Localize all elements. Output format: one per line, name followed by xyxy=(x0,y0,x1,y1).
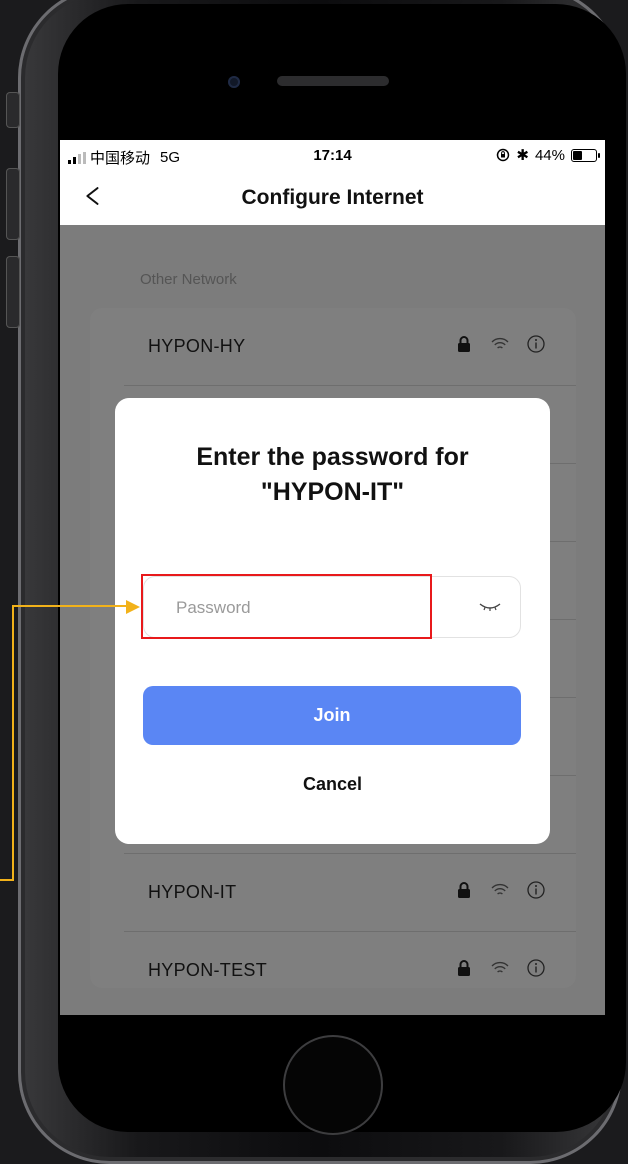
network-name: HYPON-HY xyxy=(148,336,246,356)
nav-bar: Configure Internet xyxy=(60,170,605,225)
network-row[interactable]: HYPON-TEST xyxy=(90,932,576,1010)
network-name: HYPON-IT xyxy=(148,882,237,902)
dialog-title: Enter the password for "HYPON-IT" xyxy=(115,440,550,510)
annotation-arrow-icon xyxy=(126,600,140,614)
annotation-line-bottom xyxy=(0,879,14,881)
front-camera xyxy=(228,76,240,88)
battery-percent: 44% xyxy=(534,146,565,164)
dialog-title-line-2: "HYPON-IT" xyxy=(260,478,405,506)
info-icon[interactable] xyxy=(526,958,546,978)
status-bar: 中国移动 5G 17:14 ✱ 44% xyxy=(60,140,605,170)
network-name: HYPON-TEST xyxy=(148,960,268,980)
status-right: ✱ 44% xyxy=(496,146,600,164)
bluetooth-icon: ✱ xyxy=(516,147,529,164)
lock-icon xyxy=(458,336,470,352)
page-title: Configure Internet xyxy=(241,186,424,209)
network-row[interactable]: HYPON-HY xyxy=(90,308,576,386)
info-icon[interactable] xyxy=(526,880,546,900)
mute-switch xyxy=(6,92,20,128)
volume-up-button xyxy=(6,168,20,240)
section-label: Other Network xyxy=(140,271,237,288)
annotation-line-horizontal xyxy=(12,605,128,607)
wifi-icon xyxy=(491,883,509,895)
wifi-icon xyxy=(491,961,509,973)
lock-icon xyxy=(458,960,470,976)
eye-closed-icon[interactable] xyxy=(478,599,502,613)
battery-icon xyxy=(571,148,600,162)
battery-level xyxy=(573,150,582,160)
lock-icon xyxy=(458,882,470,898)
wifi-icon xyxy=(491,337,509,349)
volume-down-button xyxy=(6,256,20,328)
join-button[interactable]: Join xyxy=(143,686,521,745)
password-highlight-box xyxy=(141,574,432,639)
network-row[interactable]: HYPON-IT xyxy=(90,854,576,932)
orientation-lock-icon xyxy=(497,148,510,162)
info-icon[interactable] xyxy=(526,334,546,354)
earpiece-speaker xyxy=(277,76,389,86)
cancel-button[interactable]: Cancel xyxy=(115,774,550,795)
dialog-title-line-1: Enter the password for xyxy=(196,443,469,471)
home-button[interactable] xyxy=(283,1035,383,1135)
annotation-line-vertical xyxy=(12,605,14,881)
